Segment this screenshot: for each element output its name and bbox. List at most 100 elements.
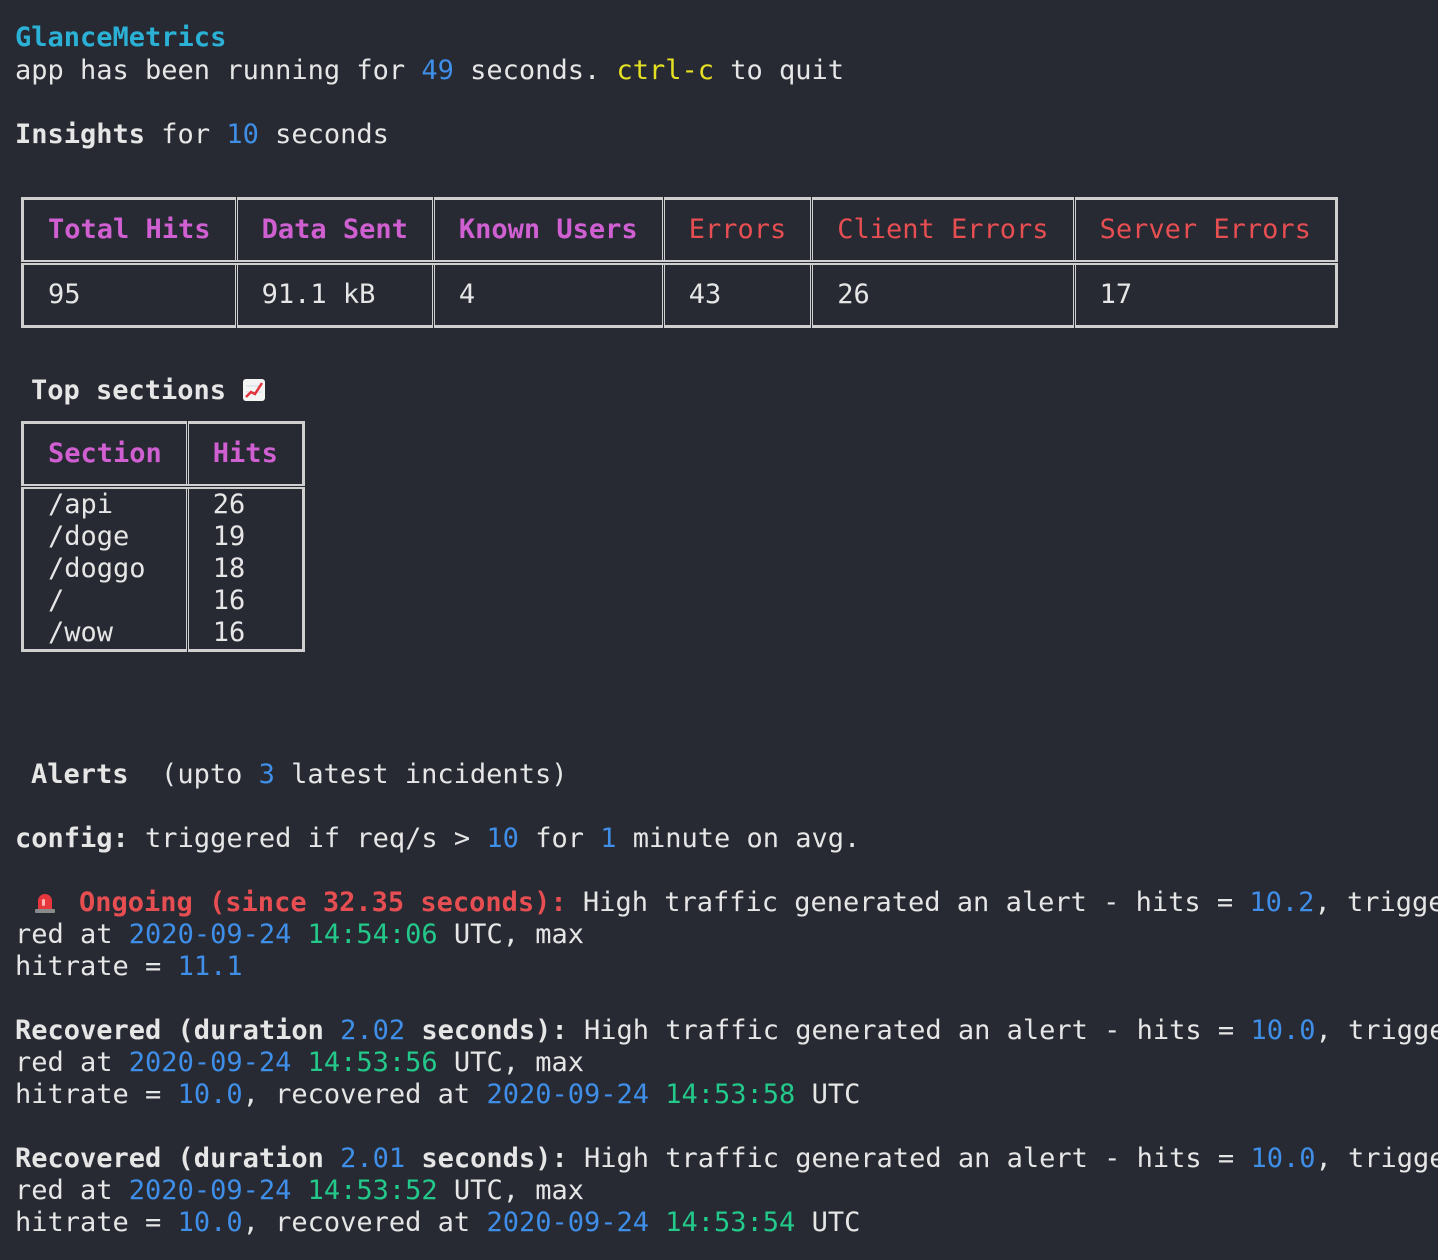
ongoing-hitrate-label: hitrate = <box>15 951 178 982</box>
alert-recovered-2-line3: hitrate = 10.0, recovered at 2020-09-24 … <box>15 1207 860 1239</box>
alert-recovered-1-line3: hitrate = 10.0, recovered at 2020-09-24 … <box>15 1079 860 1111</box>
stats-header-known-users: Known Users <box>431 198 664 265</box>
section-row-wow: /wow <box>48 617 114 648</box>
ongoing-msg2: , trigge <box>1314 887 1438 918</box>
sections-header-section: Section <box>22 422 188 489</box>
insights-label: Insights <box>15 119 146 150</box>
recovered-2-msg: High traffic generated an alert - hits = <box>567 1143 1251 1174</box>
recovered-1-hitrate-label: hitrate = <box>15 1079 178 1110</box>
recovered-2-msg2: , trigge <box>1315 1143 1438 1174</box>
recovered-2-hitrate-label: hitrate = <box>15 1207 178 1238</box>
stats-value-data-sent: 91.1 kB <box>234 262 434 327</box>
stats-header-data-sent: Data Sent <box>234 198 434 265</box>
recovered-2-utc: UTC <box>795 1207 861 1238</box>
stats-header-server-errors: Server Errors <box>1072 198 1337 265</box>
section-hits-api: 26 <box>212 489 246 520</box>
config-text-b: for <box>518 823 601 854</box>
stats-header-total-hits: Total Hits <box>22 198 237 265</box>
alert-recovered-2-line2: red at 2020-09-24 14:53:52 UTC, max <box>15 1175 584 1207</box>
alert-ongoing-line2: red at 2020-09-24 14:54:06 UTC, max <box>15 919 584 951</box>
stats-value-errors: 43 <box>661 262 812 327</box>
stats-header-client-errors: Client Errors <box>810 198 1075 265</box>
ongoing-status: Ongoing (since 32.35 seconds): <box>79 887 567 918</box>
stats-header-errors: Errors <box>661 198 812 265</box>
quit-suffix: to quit <box>714 55 845 86</box>
recovered-1-hitrate: 10.0 <box>177 1079 243 1110</box>
section-hits-wow: 16 <box>212 617 246 648</box>
sections-col-hits: 26 19 18 16 16 <box>185 486 304 651</box>
sections-table: Section Hits /api/doge/doggo //wow 26 19 18… <box>21 421 305 652</box>
recovered-1-hits: 10.0 <box>1250 1015 1316 1046</box>
stats-value-client-errors: 26 <box>810 262 1075 327</box>
recovered-1-duration: 2.02 <box>340 1015 406 1046</box>
recovered-2-label: Recovered (duration <box>15 1143 341 1174</box>
recovered-1-date: 2020-09-24 <box>128 1047 292 1078</box>
recovered-2-rec-date: 2020-09-24 <box>486 1207 649 1238</box>
stats-table: Total Hits Data Sent Known Users Errors … <box>21 197 1338 328</box>
stats-value-server-errors: 17 <box>1072 262 1337 327</box>
alerts-title: Alerts <box>31 759 129 790</box>
alerts-sub-prefix: (upto <box>128 759 259 790</box>
config-duration: 1 <box>600 823 617 854</box>
recovered-1-label2: seconds): <box>405 1015 568 1046</box>
alerts-sub-suffix: latest incidents) <box>274 759 568 790</box>
config-threshold: 10 <box>486 823 519 854</box>
alerts-count: 3 <box>258 759 275 790</box>
ongoing-date: 2020-09-24 <box>128 919 292 950</box>
section-hits-doge: 19 <box>212 521 246 552</box>
section-hits-root: 16 <box>212 585 246 616</box>
quit-key: ctrl-c <box>616 55 715 86</box>
config-text-a: triggered if req/s > <box>128 823 487 854</box>
config-label: config: <box>15 823 129 854</box>
recovered-1-rec-time: 14:53:58 <box>665 1079 796 1110</box>
ongoing-msg: High traffic generated an alert - hits = <box>566 887 1250 918</box>
recovered-1-label: Recovered (duration <box>15 1015 341 1046</box>
ongoing-hitrate: 11.1 <box>177 951 243 982</box>
recovered-2-duration: 2.01 <box>340 1143 406 1174</box>
sections-col-section: /api/doge/doggo //wow <box>23 487 188 651</box>
config-text-c: minute on avg. <box>616 823 861 854</box>
sections-body: /api/doge/doggo //wow 26 19 18 16 16 <box>23 486 304 651</box>
recovered-2-label2: seconds): <box>405 1143 568 1174</box>
alert-recovered-1-line1: Recovered (duration 2.02 seconds): High … <box>15 1015 1438 1047</box>
top-sections-heading: Top sections <box>31 375 266 407</box>
sections-header-hits: Hits <box>185 422 304 489</box>
app-title: GlanceMetrics <box>15 22 227 53</box>
recovered-2-utc-max: UTC, max <box>437 1175 584 1206</box>
recovered-2-date: 2020-09-24 <box>128 1175 292 1206</box>
stats-value-known-users: 4 <box>431 262 664 327</box>
recovered-1-time: 14:53:56 <box>307 1047 438 1078</box>
recovered-1-msg2: , trigge <box>1315 1015 1438 1046</box>
chart-increasing-icon <box>242 378 266 402</box>
recovered-2-rec-time: 14:53:54 <box>665 1207 796 1238</box>
recovered-1-rec-text: , recovered at <box>242 1079 487 1110</box>
recovered-2-hitrate: 10.0 <box>177 1207 243 1238</box>
uptime-seconds: 49 <box>421 55 454 86</box>
section-row-root: / <box>48 585 65 616</box>
recovered-1-rec-date: 2020-09-24 <box>486 1079 649 1110</box>
ongoing-time: 14:54:06 <box>307 919 438 950</box>
recovered-2-hits: 10.0 <box>1250 1143 1316 1174</box>
recovered-1-utc: UTC <box>795 1079 861 1110</box>
alerts-config: config: triggered if req/s > 10 for 1 mi… <box>15 823 860 855</box>
insights-line: Insights for 10 seconds <box>15 119 389 151</box>
alerts-heading: Alerts (upto 3 latest incidents) <box>31 759 567 791</box>
insights-window: 10 <box>226 119 259 150</box>
ongoing-utc-max: UTC, max <box>437 919 584 950</box>
stats-value-total-hits: 95 <box>48 279 81 310</box>
recovered-1-msg: High traffic generated an alert - hits = <box>567 1015 1251 1046</box>
recovered-1-utc-max: UTC, max <box>437 1047 584 1078</box>
section-hits-doggo: 18 <box>212 553 246 584</box>
uptime-line: app has been running for 49 seconds. ctr… <box>15 55 844 87</box>
top-sections-title: Top sections <box>31 375 227 406</box>
section-row-doge: /doge <box>48 521 130 552</box>
ongoing-hits: 10.2 <box>1249 887 1315 918</box>
alert-ongoing-line3: hitrate = 11.1 <box>15 951 243 983</box>
recovered-1-red-at: red at <box>15 1047 129 1078</box>
rotating-light-icon <box>33 890 57 914</box>
recovered-2-time: 14:53:52 <box>307 1175 438 1206</box>
uptime-suffix: seconds. <box>453 55 617 86</box>
ongoing-red-at: red at <box>15 919 129 950</box>
alert-recovered-2-line1: Recovered (duration 2.01 seconds): High … <box>15 1143 1438 1175</box>
insights-for: for <box>145 119 227 150</box>
